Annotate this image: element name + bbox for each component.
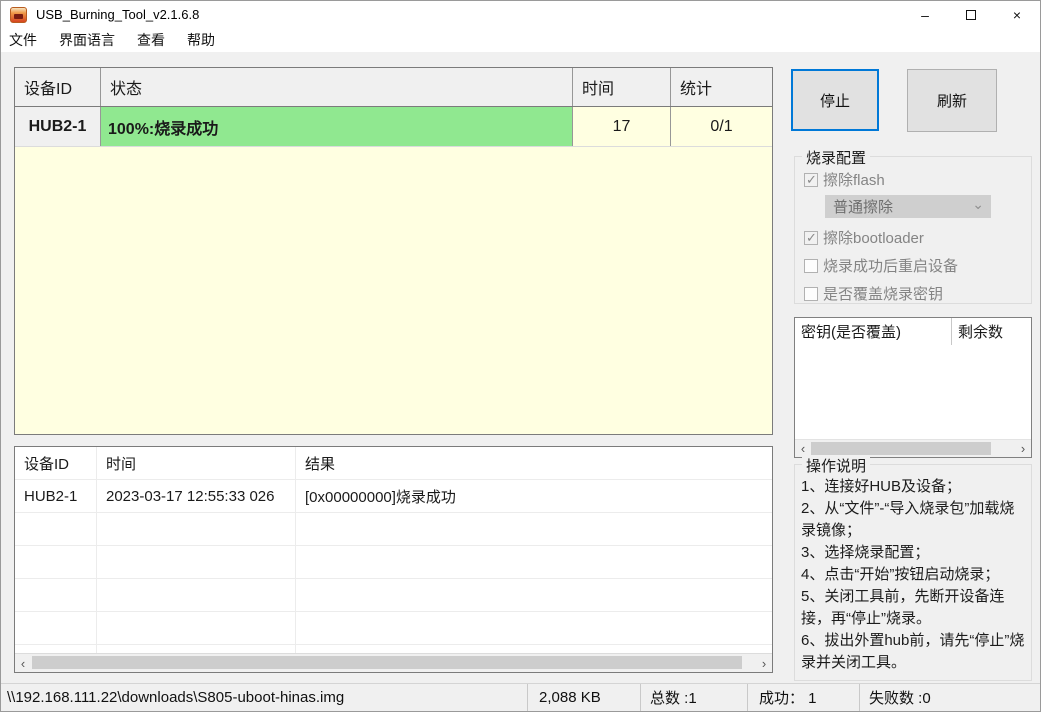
image-path: \\192.168.111.22\downloads\S805-uboot-hi… <box>7 689 345 706</box>
statusbar: \\192.168.111.22\downloads\S805-uboot-hi… <box>1 683 1040 711</box>
log-table: 设备ID 时间 结果 HUB2-1 2023-03-17 12:55:33 02… <box>14 446 773 673</box>
col-log-time[interactable]: 时间 <box>97 447 296 479</box>
key-table-header: 密钥(是否覆盖) 剩余数 <box>795 318 1031 345</box>
checkbox-checked-icon <box>804 230 818 246</box>
scrollbar-thumb[interactable] <box>32 656 742 669</box>
col-device-id[interactable]: 设备ID <box>15 68 101 106</box>
log-result-cell: [0x00000000]烧录成功 <box>305 488 456 506</box>
menu-view[interactable]: 查看 <box>126 30 176 50</box>
reboot-after-burn-checkbox[interactable]: 烧录成功后重启设备 <box>804 255 1031 276</box>
total-count: 总数 :1 <box>640 684 747 711</box>
instruction-step: 5、关闭工具前，先断开设备连接，再“停止”烧录。 <box>801 588 1005 627</box>
scroll-right-icon[interactable]: › <box>756 654 772 672</box>
instructions-group: 操作说明 1、连接好HUB及设备； 2、从“文件”-“导入烧录包”加载烧录镜像；… <box>794 455 1032 681</box>
refresh-button[interactable]: 刷新 <box>907 69 997 132</box>
col-remaining[interactable]: 剩余数 <box>952 318 1031 345</box>
close-button[interactable]: × <box>994 1 1040 28</box>
scroll-left-icon[interactable]: ‹ <box>15 654 31 672</box>
instructions-title: 操作说明 <box>802 455 871 476</box>
erase-mode-value: 普通擦除 <box>833 199 894 216</box>
overwrite-key-checkbox[interactable]: 是否覆盖烧录密钥 <box>804 283 1031 304</box>
device-row[interactable]: HUB2-1 100%:烧录成功 17 0/1 <box>15 107 772 147</box>
log-row-empty <box>15 512 772 545</box>
log-table-hscrollbar[interactable]: ‹ › <box>15 653 772 672</box>
scrollbar-thumb[interactable] <box>811 442 991 455</box>
instruction-step: 3、选择烧录配置； <box>801 544 930 561</box>
device-stats-cell: 0/1 <box>710 117 733 135</box>
window-controls: – × <box>902 1 1040 28</box>
log-row-empty <box>15 611 772 644</box>
device-time-cell: 17 <box>573 107 671 146</box>
instruction-step: 1、连接好HUB及设备； <box>801 478 962 495</box>
burn-config-title: 烧录配置 <box>802 147 871 168</box>
col-log-result[interactable]: 结果 <box>296 447 772 479</box>
log-table-header: 设备ID 时间 结果 <box>15 447 772 479</box>
success-count: 成功： 1 <box>747 684 859 711</box>
log-row-empty <box>15 545 772 578</box>
col-stats[interactable]: 统计 <box>671 68 772 106</box>
col-status[interactable]: 状态 <box>101 68 573 106</box>
erase-bootloader-checkbox[interactable]: 擦除bootloader <box>804 227 1031 248</box>
erase-flash-checkbox[interactable]: 擦除flash <box>804 169 1031 190</box>
reboot-after-burn-label: 烧录成功后重启设备 <box>823 258 959 275</box>
menu-file[interactable]: 文件 <box>1 30 48 50</box>
col-key-overwrite[interactable]: 密钥(是否覆盖) <box>795 318 952 345</box>
device-table-header: 设备ID 状态 时间 统计 <box>15 68 772 107</box>
device-status-cell: 100%:烧录成功 <box>101 107 573 146</box>
log-time-cell: 2023-03-17 12:55:33 026 <box>97 480 296 512</box>
erase-flash-label: 擦除flash <box>823 172 885 189</box>
checkbox-checked-icon <box>804 172 818 188</box>
log-device-id-cell: HUB2-1 <box>15 480 97 512</box>
erase-bootloader-label: 擦除bootloader <box>823 230 924 247</box>
col-time[interactable]: 时间 <box>573 68 671 106</box>
device-id-cell: HUB2-1 <box>15 107 101 146</box>
overwrite-key-label: 是否覆盖烧录密钥 <box>823 286 944 303</box>
image-size: 2,088 KB <box>527 684 640 711</box>
window-title: USB_Burning_Tool_v2.1.6.8 <box>36 7 200 22</box>
maximize-icon <box>966 9 976 20</box>
col-log-device-id[interactable]: 设备ID <box>15 447 97 479</box>
app-icon <box>10 6 27 23</box>
maximize-button[interactable] <box>948 1 994 28</box>
chevron-down-icon: ⌄ <box>972 196 984 212</box>
scroll-right-icon[interactable]: › <box>1015 440 1031 457</box>
menu-language[interactable]: 界面语言 <box>48 30 126 50</box>
stop-button[interactable]: 停止 <box>791 69 879 131</box>
minimize-button[interactable]: – <box>902 1 948 28</box>
instructions-steps: 1、连接好HUB及设备； 2、从“文件”-“导入烧录包”加载烧录镜像； 3、选择… <box>795 465 1031 674</box>
failed-count: 失败数 :0 <box>859 684 1040 711</box>
menubar: 文件 界面语言 查看 帮助 <box>1 28 1040 52</box>
menu-help[interactable]: 帮助 <box>176 30 226 50</box>
instruction-step: 6、拔出外置hub前，请先“停止”烧录并关闭工具。 <box>801 632 1025 671</box>
device-table: 设备ID 状态 时间 统计 HUB2-1 100%:烧录成功 17 0/1 <box>14 67 773 435</box>
checkbox-unchecked-icon <box>804 258 818 273</box>
key-table: 密钥(是否覆盖) 剩余数 ‹ › <box>794 317 1032 458</box>
checkbox-unchecked-icon <box>804 286 818 301</box>
erase-mode-dropdown[interactable]: 普通擦除 ⌄ <box>825 195 991 218</box>
instruction-step: 2、从“文件”-“导入烧录包”加载烧录镜像； <box>801 500 1015 539</box>
instruction-step: 4、点击“开始”按钮启动烧录； <box>801 566 1000 583</box>
burn-config-group: 烧录配置 擦除flash 普通擦除 ⌄ 擦除bootloader 烧录成功后重启… <box>794 147 1032 304</box>
log-row-empty <box>15 578 772 611</box>
app-window: USB_Burning_Tool_v2.1.6.8 – × 文件 界面语言 查看… <box>0 0 1041 712</box>
titlebar: USB_Burning_Tool_v2.1.6.8 – × <box>1 1 1040 28</box>
log-row[interactable]: HUB2-1 2023-03-17 12:55:33 026 [0x000000… <box>15 479 772 512</box>
